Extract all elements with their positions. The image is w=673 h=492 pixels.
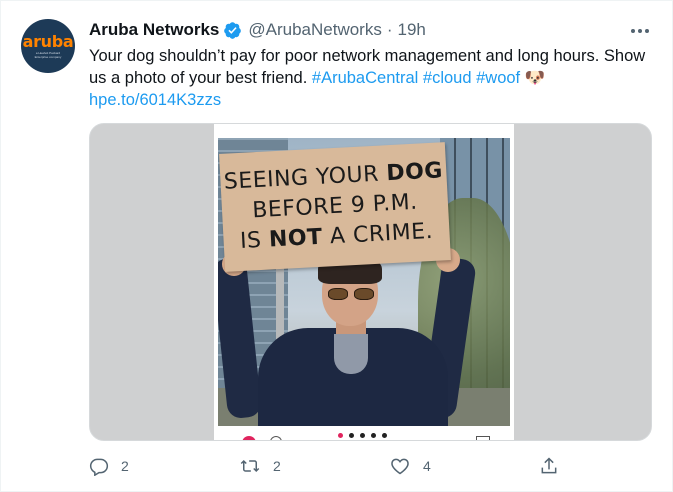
like-button[interactable]: 4: [389, 453, 431, 479]
timestamp[interactable]: 19h: [398, 20, 426, 40]
reply-button[interactable]: 2: [89, 453, 129, 479]
carousel-dot: [371, 433, 376, 438]
tweet-text: Your dog shouldn’t pay for poor network …: [89, 45, 659, 111]
retweet-button[interactable]: 2: [239, 453, 281, 479]
carousel-dot: [349, 433, 354, 438]
post-photo: SEEING YOUR DOG BEFORE 9 P.M. IS NOT A C…: [218, 138, 510, 426]
hashtag-arubacentral[interactable]: #ArubaCentral: [312, 69, 418, 87]
carousel-dot: [382, 433, 387, 438]
tweet-header: Aruba Networks @ArubaNetworks · 19h: [89, 19, 426, 41]
carousel-dot: [360, 433, 365, 438]
carousel-dots: [338, 433, 387, 438]
dog-emoji-icon: 🐶: [524, 69, 546, 87]
hashtag-cloud[interactable]: #cloud: [423, 69, 472, 87]
embedded-bookmark-icon: [476, 436, 490, 440]
sunglasses-icon: [328, 288, 374, 300]
hashtag-woof[interactable]: #woof: [476, 69, 520, 87]
cardboard-sign: SEEING YOUR DOG BEFORE 9 P.M. IS NOT A C…: [219, 142, 451, 272]
aruba-logo-subtext: a Hewlett Packard Enterprise company: [34, 50, 62, 59]
author-handle[interactable]: @ArubaNetworks: [248, 20, 381, 40]
reply-icon: [89, 458, 109, 476]
aruba-logo: aruba: [22, 31, 74, 51]
author-name[interactable]: Aruba Networks: [89, 20, 219, 40]
carousel-dot: [338, 433, 343, 438]
tweet-text-line2: us a photo of your best friend.: [89, 69, 312, 87]
heart-icon: [391, 458, 409, 475]
embedded-post-screenshot: SEEING YOUR DOG BEFORE 9 P.M. IS NOT A C…: [214, 124, 514, 440]
retweet-count: 2: [273, 458, 281, 474]
tweet-card[interactable]: aruba a Hewlett Packard Enterprise compa…: [0, 0, 673, 492]
embedded-comment-icon: [270, 436, 282, 440]
share-button[interactable]: [539, 453, 559, 479]
tweet-text-line1: Your dog shouldn’t pay for poor network …: [89, 47, 646, 65]
share-icon: [541, 457, 557, 474]
like-count: 4: [423, 458, 431, 474]
tweet-actions: 2 2 4: [89, 453, 569, 479]
verified-badge-icon: [223, 21, 242, 40]
more-horizontal-icon[interactable]: [625, 21, 655, 41]
avatar[interactable]: aruba a Hewlett Packard Enterprise compa…: [21, 19, 75, 73]
media-attachment[interactable]: SEEING YOUR DOG BEFORE 9 P.M. IS NOT A C…: [89, 123, 652, 441]
separator-dot: ·: [386, 20, 393, 39]
reply-count: 2: [121, 458, 129, 474]
tweet-link[interactable]: hpe.to/6014K3zzs: [89, 91, 221, 109]
retweet-icon: [240, 459, 260, 473]
